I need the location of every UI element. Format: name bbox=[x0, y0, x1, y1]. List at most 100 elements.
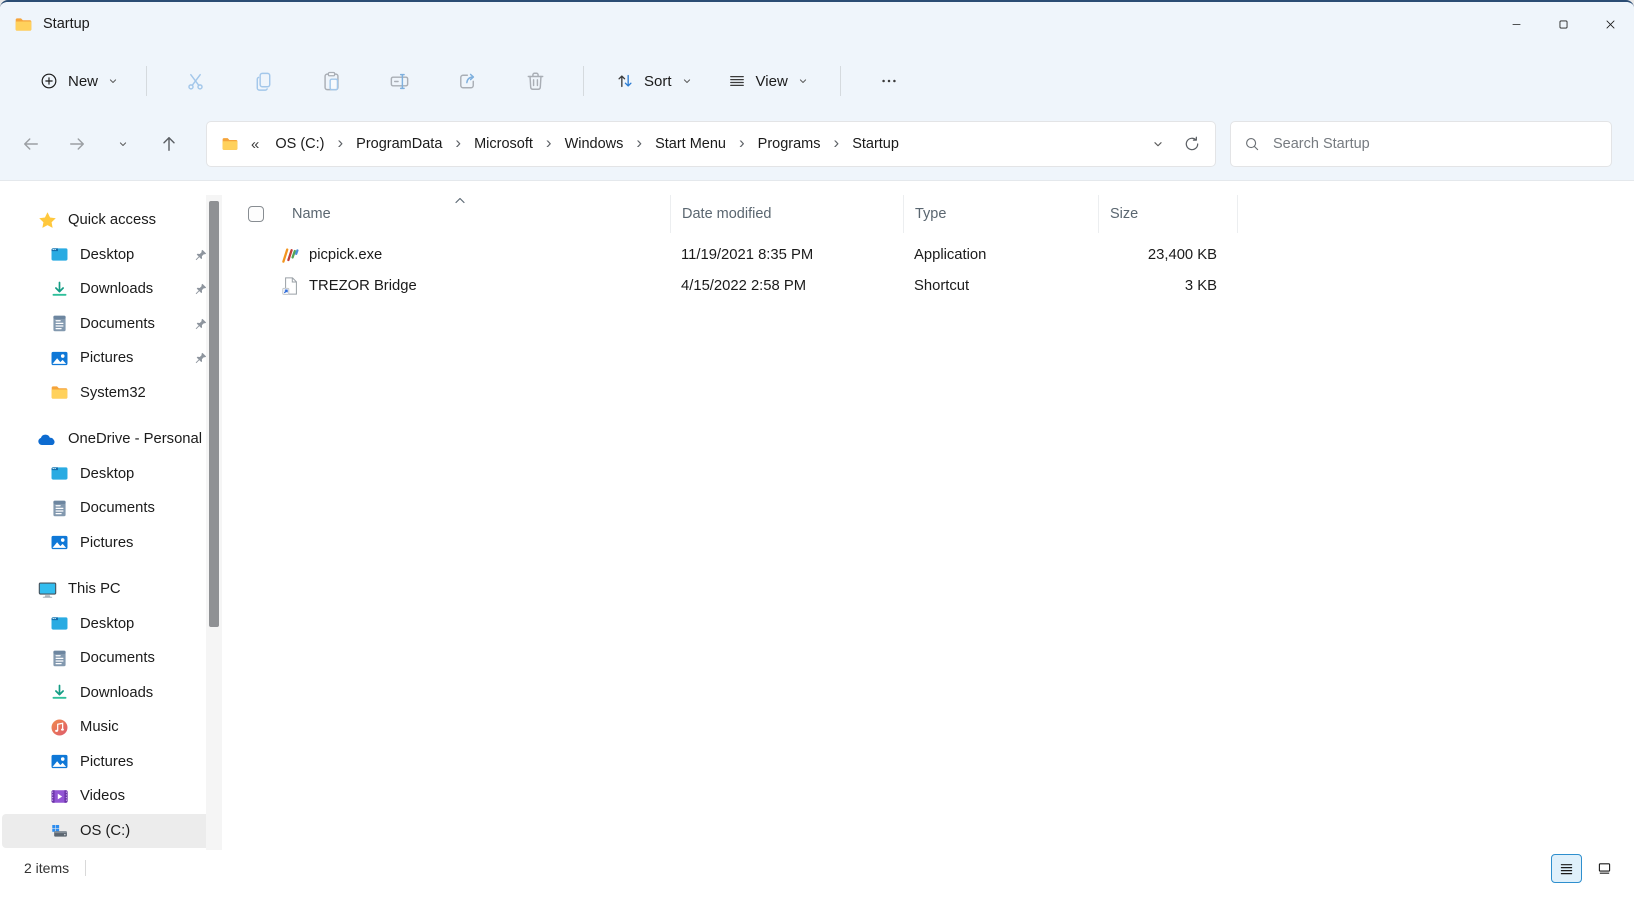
sort-button-label: Sort bbox=[644, 73, 672, 90]
paste-button[interactable] bbox=[309, 60, 353, 102]
sidebar-item-label: Documents bbox=[80, 316, 194, 332]
breadcrumb-item-os-c[interactable]: OS (C:) bbox=[267, 132, 332, 156]
refresh-icon bbox=[1183, 135, 1201, 153]
delete-button[interactable] bbox=[513, 60, 557, 102]
file-list: Name Date modified Type Size picpick.exe… bbox=[222, 181, 1634, 850]
folder-icon bbox=[221, 135, 239, 153]
column-header-name[interactable]: Name bbox=[240, 195, 670, 233]
large-icons-view-icon bbox=[1596, 860, 1613, 877]
file-type: Application bbox=[903, 247, 1098, 263]
sidebar-item-pictures[interactable]: Pictures bbox=[2, 745, 220, 780]
sidebar-item-label: Downloads bbox=[80, 685, 220, 701]
details-view-toggle[interactable] bbox=[1551, 854, 1582, 883]
sidebar-item-music[interactable]: Music bbox=[2, 710, 220, 745]
more-options-button[interactable] bbox=[867, 60, 911, 102]
titlebar[interactable]: Startup bbox=[0, 2, 1634, 46]
minimize-icon bbox=[1508, 16, 1525, 33]
copy-button[interactable] bbox=[241, 60, 285, 102]
chevron-down-icon bbox=[117, 138, 129, 150]
breadcrumb-item-programdata[interactable]: ProgramData bbox=[348, 132, 450, 156]
up-button[interactable] bbox=[150, 125, 188, 163]
share-button[interactable] bbox=[445, 60, 489, 102]
address-bar[interactable]: «OS (C:)›ProgramData›Microsoft›Windows›S… bbox=[206, 121, 1216, 167]
select-all-checkbox[interactable] bbox=[248, 206, 264, 222]
pictures-icon bbox=[50, 349, 69, 368]
shortcut-icon bbox=[280, 276, 300, 296]
cut-button[interactable] bbox=[173, 60, 217, 102]
folder-icon bbox=[14, 15, 33, 34]
chevron-down-icon bbox=[107, 75, 119, 87]
sidebar-item-desktop[interactable]: Desktop bbox=[2, 607, 220, 642]
sidebar-section-onedrive-personal[interactable]: OneDrive - Personal bbox=[2, 422, 220, 457]
sidebar-item-desktop[interactable]: Desktop bbox=[2, 457, 220, 492]
recent-locations-button[interactable] bbox=[104, 125, 142, 163]
address-dropdown-button[interactable] bbox=[1141, 127, 1175, 161]
sidebar-item-downloads[interactable]: Downloads bbox=[2, 676, 220, 711]
sort-button[interactable]: Sort bbox=[604, 62, 704, 100]
back-button[interactable] bbox=[12, 125, 50, 163]
sidebar-item-downloads[interactable]: Downloads bbox=[2, 272, 220, 307]
sidebar-item-label: Desktop bbox=[80, 466, 220, 482]
sidebar-section-label: OneDrive - Personal bbox=[68, 431, 220, 447]
sidebar-item-documents[interactable]: Documents bbox=[2, 307, 220, 342]
sidebar-scrollbar[interactable] bbox=[206, 195, 222, 850]
sidebar-item-documents[interactable]: Documents bbox=[2, 641, 220, 676]
breadcrumb-item-windows[interactable]: Windows bbox=[557, 132, 632, 156]
breadcrumb-item-microsoft[interactable]: Microsoft bbox=[466, 132, 541, 156]
refresh-button[interactable] bbox=[1175, 127, 1209, 161]
sidebar-item-os-c[interactable]: OS (C:) bbox=[2, 814, 220, 849]
desktop-icon bbox=[50, 245, 69, 264]
file-row-trezor-bridge[interactable]: TREZOR Bridge 4/15/2022 2:58 PM Shortcut… bbox=[240, 270, 1634, 301]
breadcrumb-item-start-menu[interactable]: Start Menu bbox=[647, 132, 734, 156]
documents-icon bbox=[50, 649, 69, 668]
arrow-left-icon bbox=[21, 134, 41, 154]
close-button[interactable] bbox=[1587, 2, 1634, 46]
column-header-date-modified[interactable]: Date modified bbox=[670, 195, 903, 233]
large-icons-view-toggle[interactable] bbox=[1589, 854, 1620, 883]
column-header-label: Date modified bbox=[682, 206, 771, 222]
sidebar-item-documents[interactable]: Documents bbox=[2, 491, 220, 526]
new-button[interactable]: New bbox=[26, 62, 132, 100]
breadcrumb-separator-icon: › bbox=[455, 134, 461, 154]
sidebar-gap bbox=[0, 410, 222, 422]
breadcrumb-item-startup[interactable]: Startup bbox=[844, 132, 907, 156]
search-icon bbox=[1243, 135, 1261, 153]
thispc-icon bbox=[38, 580, 57, 599]
search-input[interactable] bbox=[1273, 136, 1599, 152]
navigation-pane: Quick accessDesktopDownloadsDocumentsPic… bbox=[0, 181, 222, 850]
sidebar-item-pictures[interactable]: Pictures bbox=[2, 526, 220, 561]
sidebar-section-quick-access[interactable]: Quick access bbox=[2, 203, 220, 238]
sidebar-item-label: Documents bbox=[80, 650, 220, 666]
documents-icon bbox=[50, 499, 69, 518]
downloads-icon bbox=[50, 280, 69, 299]
sidebar-item-label: Music bbox=[80, 719, 220, 735]
breadcrumb-item-programs[interactable]: Programs bbox=[750, 132, 829, 156]
scrollbar-thumb[interactable] bbox=[209, 201, 219, 627]
sidebar-item-system32[interactable]: System32 bbox=[2, 376, 220, 411]
column-header-size[interactable]: Size bbox=[1098, 195, 1238, 233]
copy-icon bbox=[252, 70, 275, 93]
maximize-icon bbox=[1555, 16, 1572, 33]
file-name: picpick.exe bbox=[309, 247, 382, 263]
sidebar-item-videos[interactable]: Videos bbox=[2, 779, 220, 814]
minimize-button[interactable] bbox=[1493, 2, 1540, 46]
star-icon bbox=[38, 211, 57, 230]
column-header-type[interactable]: Type bbox=[903, 195, 1098, 233]
forward-button[interactable] bbox=[58, 125, 96, 163]
plus-circle-icon bbox=[39, 71, 59, 91]
sidebar-section-label: Quick access bbox=[68, 212, 220, 228]
sidebar-item-desktop[interactable]: Desktop bbox=[2, 238, 220, 273]
maximize-button[interactable] bbox=[1540, 2, 1587, 46]
sidebar-item-label: Downloads bbox=[80, 281, 194, 297]
new-button-label: New bbox=[68, 73, 98, 90]
breadcrumb-overflow[interactable]: « bbox=[251, 136, 259, 153]
rename-button[interactable] bbox=[377, 60, 421, 102]
view-button[interactable]: View bbox=[716, 62, 820, 100]
sidebar-section-this-pc[interactable]: This PC bbox=[2, 572, 220, 607]
sidebar-gap bbox=[0, 560, 222, 572]
file-row-picpick-exe[interactable]: picpick.exe 11/19/2021 8:35 PM Applicati… bbox=[240, 239, 1634, 270]
pictures-icon bbox=[50, 533, 69, 552]
toolbar: New Sort View bbox=[0, 46, 1634, 116]
sidebar-item-pictures[interactable]: Pictures bbox=[2, 341, 220, 376]
window-title: Startup bbox=[43, 16, 90, 32]
